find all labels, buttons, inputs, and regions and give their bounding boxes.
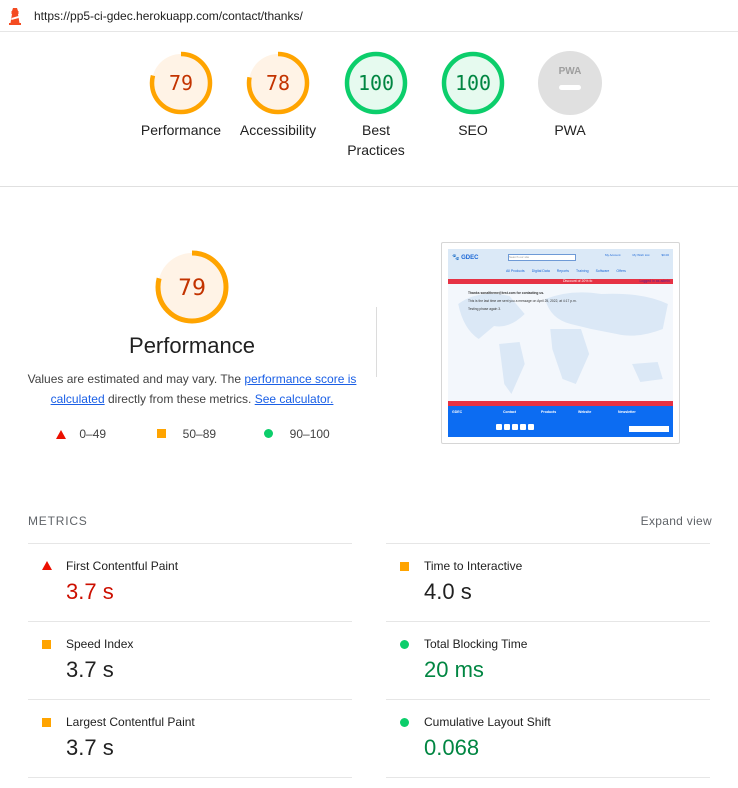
desc-text: Values are estimated and may vary. The bbox=[27, 372, 245, 386]
social-icons bbox=[496, 424, 536, 431]
performance-gauge-large: 79 bbox=[152, 247, 232, 332]
gauge-background bbox=[538, 51, 602, 115]
newsletter-input bbox=[629, 426, 669, 432]
metric-name: Time to Interactive bbox=[424, 559, 523, 573]
address-bar: https://pp5-ci-gdec.herokuapp.com/contac… bbox=[0, 0, 738, 32]
square-icon bbox=[42, 640, 51, 649]
screenshot-page: 🐾 GDEC Search our site My Account My Wish… bbox=[448, 249, 673, 437]
na-dash-icon bbox=[559, 85, 581, 90]
site-message: This is the last time we sent you a mess… bbox=[468, 299, 577, 303]
metric-name: Total Blocking Time bbox=[424, 637, 528, 651]
square-icon bbox=[42, 718, 51, 727]
site-logo: 🐾 GDEC bbox=[452, 255, 479, 261]
gauge-score: 100 bbox=[455, 71, 491, 95]
gauge-pwa[interactable]: PWA PWA bbox=[522, 50, 618, 140]
site-header: 🐾 GDEC Search our site My Account My Wish… bbox=[448, 249, 673, 279]
pwa-badge-text: PWA bbox=[559, 66, 582, 77]
gauge-label: Best Practices bbox=[347, 122, 405, 158]
metric-name: Speed Index bbox=[66, 637, 134, 651]
metric-divider bbox=[28, 777, 352, 778]
circle-icon bbox=[400, 640, 409, 649]
site-search: Search our site bbox=[508, 254, 576, 261]
gauge-best-practices[interactable]: 100 Best Practices bbox=[328, 50, 424, 160]
page-url[interactable]: https://pp5-ci-gdec.herokuapp.com/contac… bbox=[34, 9, 303, 23]
square-icon bbox=[400, 562, 409, 571]
site-message: Thanks sonaltheme@test.com for contactin… bbox=[468, 291, 545, 295]
metric-largest-contentful-paint: Largest Contentful Paint 3.7 s bbox=[28, 700, 358, 776]
metric-value: 4.0 s bbox=[424, 579, 472, 604]
site-nav: All Products Digital Data Reports Training S… bbox=[506, 269, 626, 273]
see-calculator-link[interactable]: See calculator. bbox=[255, 392, 334, 406]
section-divider bbox=[0, 186, 738, 187]
circle-icon bbox=[264, 429, 273, 438]
site-message: Testing phase again 3. bbox=[468, 307, 501, 311]
performance-description: Values are estimated and may vary. The p… bbox=[20, 369, 364, 409]
metric-value: 0.068 bbox=[424, 735, 480, 760]
metric-total-blocking-time: Total Blocking Time 20 ms bbox=[386, 622, 716, 698]
metric-name: Largest Contentful Paint bbox=[66, 715, 195, 729]
gauge-seo[interactable]: 100 SEO bbox=[425, 50, 521, 140]
legend-fail: 0–49 bbox=[56, 427, 106, 441]
gauge-performance[interactable]: 79 Performance bbox=[133, 50, 229, 140]
triangle-icon bbox=[42, 561, 52, 570]
legend-pass: 90–100 bbox=[264, 427, 330, 441]
gauge-score: 78 bbox=[266, 71, 290, 95]
metric-cumulative-layout-shift: Cumulative Layout Shift 0.068 bbox=[386, 700, 716, 776]
site-footer: GDEC Contact Products Website Newsletter bbox=[448, 406, 673, 437]
metrics-header: METRICS bbox=[28, 514, 88, 528]
circle-icon bbox=[400, 718, 409, 727]
metric-value: 3.7 s bbox=[66, 657, 114, 682]
gauge-label: Accessibility bbox=[239, 122, 317, 138]
performance-title: Performance bbox=[129, 333, 255, 358]
metric-time-to-interactive: Time to Interactive 4.0 s bbox=[386, 544, 716, 620]
vertical-divider bbox=[376, 307, 377, 377]
gauge-score: 79 bbox=[169, 71, 193, 95]
site-header-icons: My Account My Wish List $0.00 bbox=[604, 253, 669, 257]
gauge-accessibility[interactable]: 78 Accessibility bbox=[230, 50, 326, 140]
metric-divider bbox=[386, 777, 710, 778]
metric-value: 20 ms bbox=[424, 657, 484, 682]
metric-name: First Contentful Paint bbox=[66, 559, 179, 573]
expand-view-toggle[interactable]: Expand view bbox=[641, 514, 712, 528]
lighthouse-icon bbox=[9, 8, 21, 25]
square-icon bbox=[157, 429, 166, 438]
metric-name: Cumulative Layout Shift bbox=[424, 715, 551, 729]
final-screenshot[interactable]: 🐾 GDEC Search our site My Account My Wish… bbox=[441, 242, 680, 444]
gauge-score: 100 bbox=[358, 71, 394, 95]
metric-first-contentful-paint: First Contentful Paint 3.7 s bbox=[28, 544, 358, 620]
desc-text: directly from these metrics. bbox=[104, 392, 255, 406]
metric-value: 3.7 s bbox=[66, 579, 114, 604]
gauge-label: Performance bbox=[140, 122, 222, 138]
metric-value: 3.7 s bbox=[66, 735, 114, 760]
legend-average: 50–89 bbox=[157, 427, 216, 441]
metric-speed-index: Speed Index 3.7 s bbox=[28, 622, 358, 698]
triangle-icon bbox=[56, 430, 66, 439]
gauge-score: 79 bbox=[178, 276, 206, 301]
gauge-label: SEO bbox=[458, 122, 488, 138]
gauge-label: PWA bbox=[554, 122, 586, 138]
